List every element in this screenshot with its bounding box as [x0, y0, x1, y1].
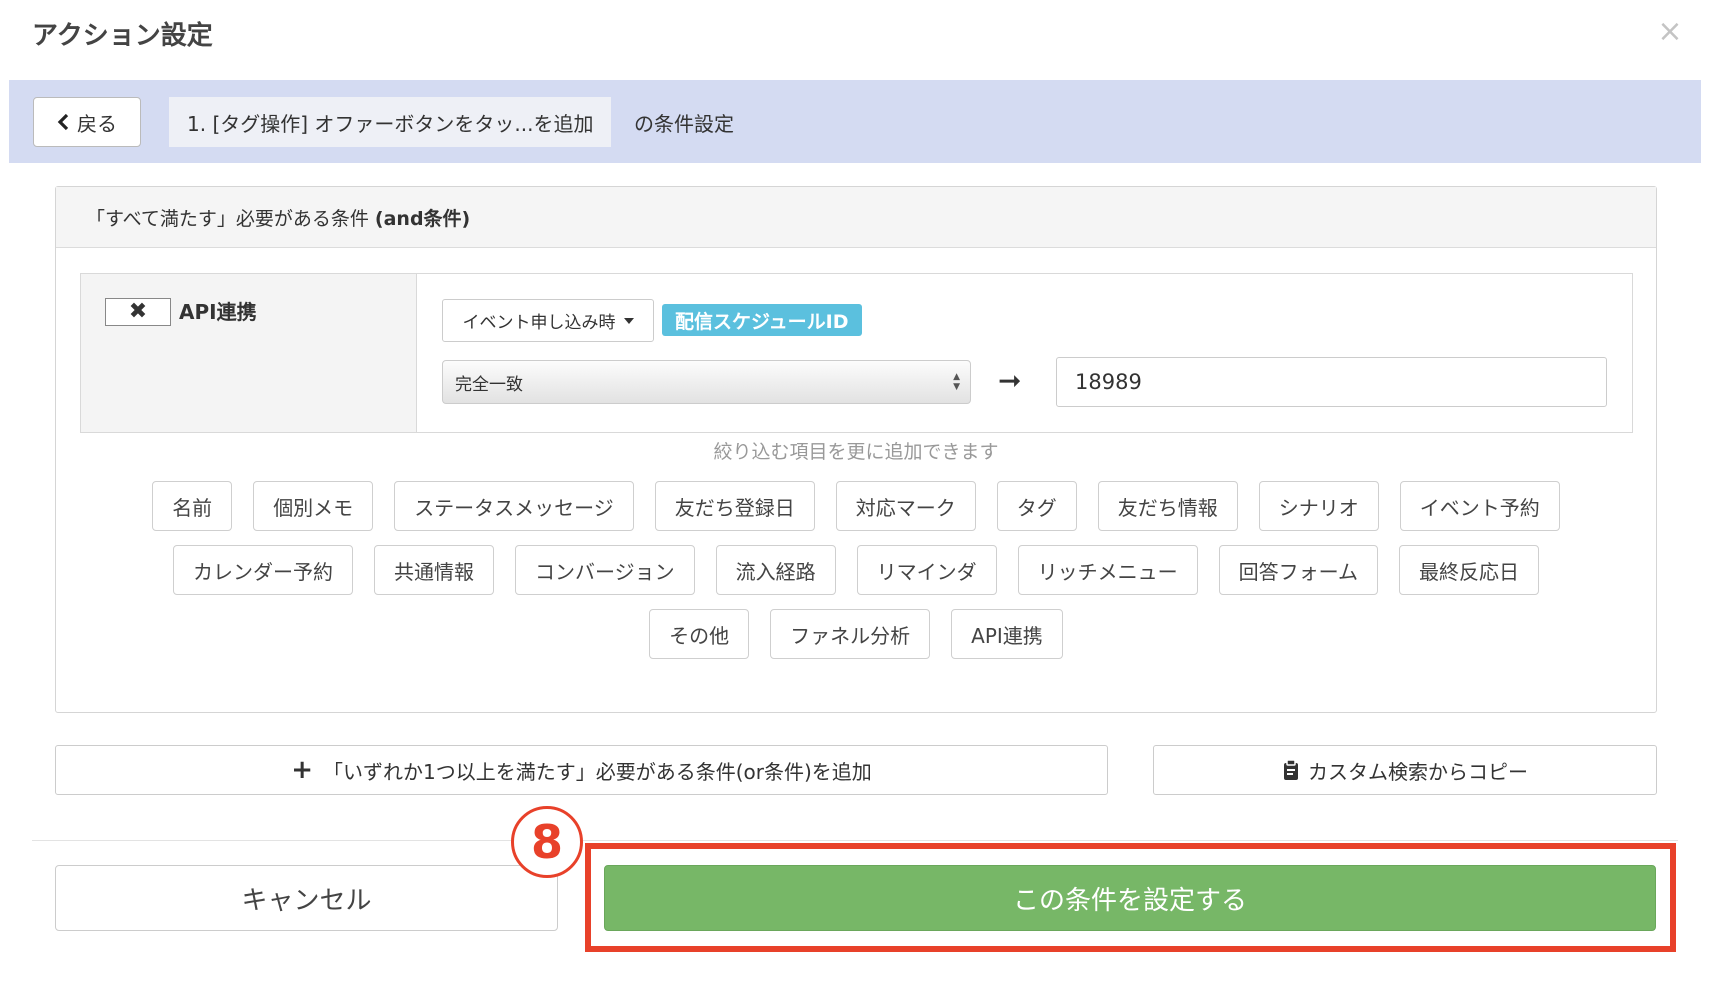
filter-chip-row-2: カレンダー予約 共通情報 コンバージョン 流入経路 リマインダ リッチメニュー … — [56, 545, 1656, 595]
filter-chip[interactable]: ファネル分析 — [770, 609, 931, 659]
condition-type-label: API連携 — [179, 300, 257, 324]
filter-chip[interactable]: イベント予約 — [1399, 481, 1560, 531]
remove-condition-button[interactable]: ✖ — [105, 298, 171, 326]
filter-chip[interactable]: コンバージョン — [514, 545, 695, 595]
filter-chip[interactable]: 個別メモ — [253, 481, 374, 531]
and-condition-header: 「すべて満たす」必要がある条件 (and条件) — [56, 187, 1656, 248]
filter-chip[interactable]: ステータスメッセージ — [394, 481, 634, 531]
filter-chip[interactable]: リッチメニュー — [1017, 545, 1198, 595]
filter-chip[interactable]: 対応マーク — [835, 481, 976, 531]
filter-chip-row-3: その他 ファネル分析 API連携 — [56, 609, 1656, 659]
copy-from-custom-search-button[interactable]: カスタム検索からコピー — [1153, 745, 1657, 795]
select-updown-icon: ▲ ▼ — [953, 372, 960, 392]
event-dropdown[interactable]: イベント申し込み時 — [442, 299, 654, 342]
filter-chip[interactable]: 名前 — [152, 481, 233, 531]
field-badge: 配信スケジュールID — [662, 304, 862, 336]
filter-chip-row-1: 名前 個別メモ ステータスメッセージ 友だち登録日 対応マーク タグ 友だち情報… — [56, 481, 1656, 531]
breadcrumb-action-name: 1. [タグ操作] オファーボタンをタッ...を追加 — [169, 97, 612, 147]
match-type-value: 完全一致 — [455, 374, 523, 395]
filter-chip[interactable]: 流入経路 — [715, 545, 836, 595]
match-type-select[interactable]: 完全一致 ▲ ▼ — [442, 360, 971, 404]
filter-chip[interactable]: 友だち登録日 — [654, 481, 815, 531]
filter-chip[interactable]: カレンダー予約 — [172, 545, 353, 595]
and-header-text: 「すべて満たす」必要がある条件 — [86, 207, 369, 230]
condition-value-input[interactable] — [1056, 357, 1607, 407]
add-or-condition-button[interactable]: + 「いずれか1つ以上を満たす」必要がある条件(or条件)を追加 — [55, 745, 1108, 795]
cancel-button[interactable]: キャンセル — [55, 865, 558, 931]
condition-editor — [416, 274, 1632, 432]
step-number-marker: 8 — [511, 806, 583, 878]
filter-chip[interactable]: タグ — [996, 481, 1077, 531]
set-condition-button[interactable]: この条件を設定する — [604, 865, 1656, 931]
breadcrumb-suffix: の条件設定 — [634, 111, 734, 136]
filter-chip[interactable]: API連携 — [951, 609, 1063, 659]
clipboard-icon — [1284, 759, 1298, 780]
modal-title: アクション設定 — [32, 21, 213, 51]
filter-chip[interactable]: シナリオ — [1258, 481, 1379, 531]
filter-chip[interactable]: 回答フォーム — [1218, 545, 1378, 595]
plus-icon: + — [291, 755, 313, 785]
filter-chip[interactable]: 最終反応日 — [1399, 545, 1539, 595]
filter-chip[interactable]: その他 — [649, 609, 750, 659]
copy-button-label: カスタム検索からコピー — [1308, 759, 1528, 784]
back-button[interactable]: 戻る — [33, 97, 141, 147]
caret-down-icon — [623, 317, 634, 324]
footer-divider — [32, 840, 1678, 841]
add-or-condition-label: 「いずれか1つ以上を満たす」必要がある条件(or条件)を追加 — [323, 759, 872, 784]
chevron-left-icon — [57, 113, 69, 131]
add-field-hint: 絞り込む項目を更に追加できます — [713, 441, 999, 463]
event-dropdown-value: イベント申し込み時 — [462, 313, 616, 333]
back-button-label: 戻る — [77, 111, 117, 136]
arrow-right-icon: ➞ — [998, 364, 1022, 397]
filter-chip[interactable]: 友だち情報 — [1097, 481, 1238, 531]
filter-chip[interactable]: リマインダ — [856, 545, 997, 595]
close-icon[interactable]: × — [1652, 14, 1688, 50]
filter-chip[interactable]: 共通情報 — [373, 545, 494, 595]
and-header-bold: (and条件) — [374, 207, 471, 230]
